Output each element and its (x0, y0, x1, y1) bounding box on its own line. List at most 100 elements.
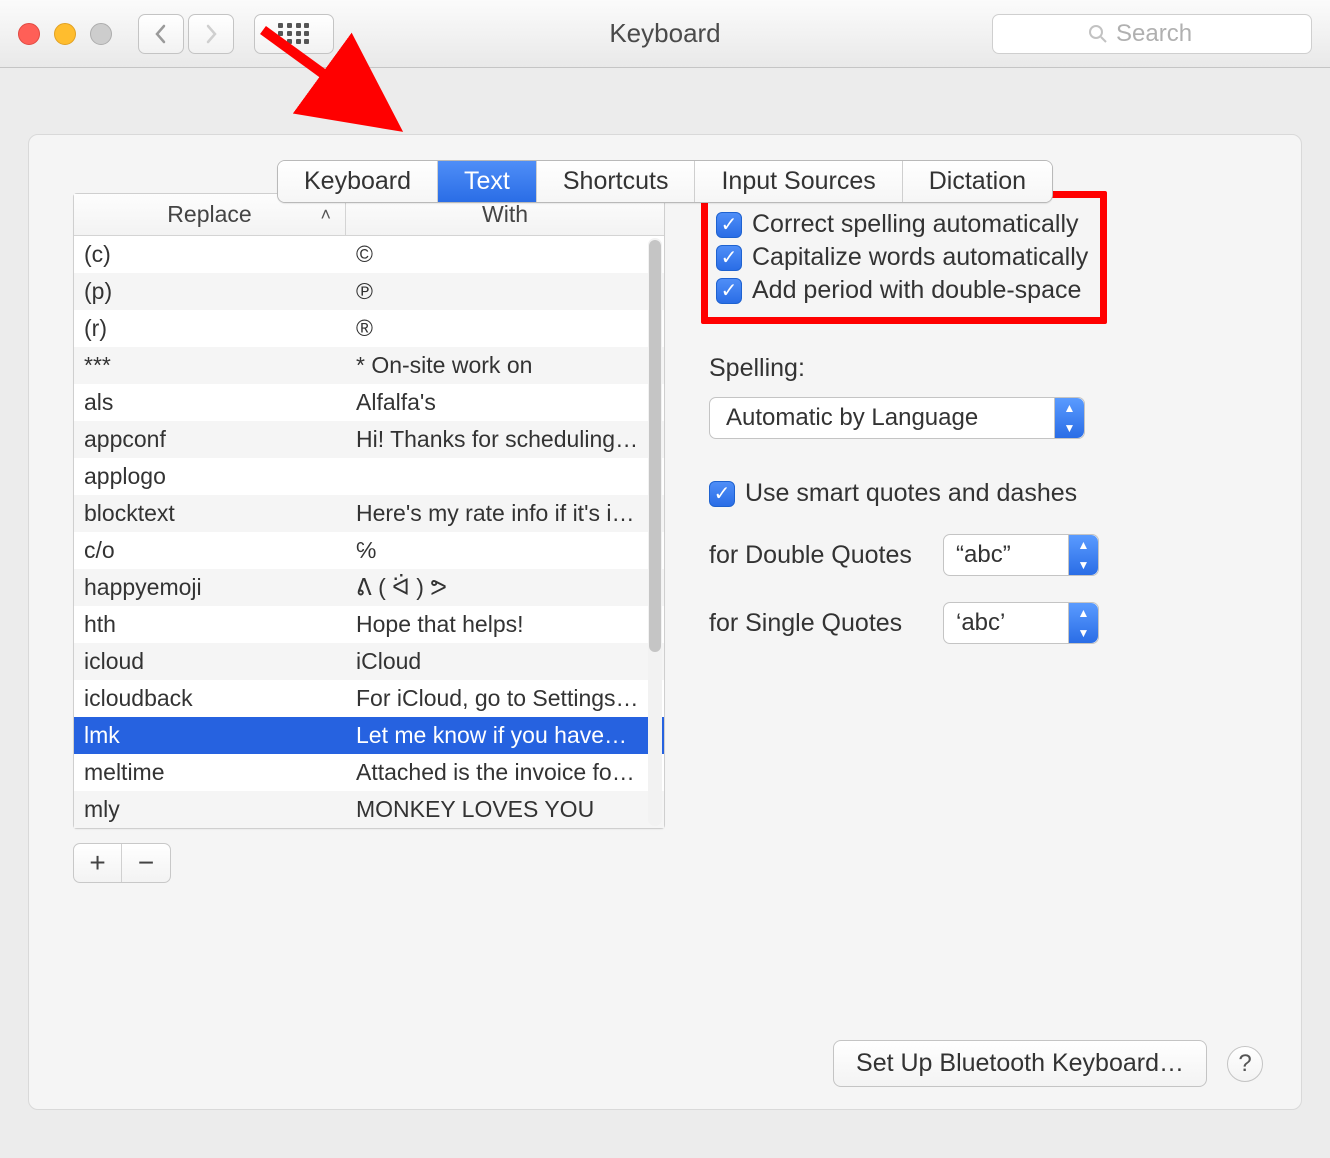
tab-keyboard[interactable]: Keyboard (278, 161, 438, 202)
stepper-icon: ▲▼ (1054, 398, 1084, 438)
cell-with: Attached is the invoice fo… (346, 759, 664, 786)
cell-replace: meltime (74, 759, 346, 786)
cell-with: Hope that helps! (346, 611, 664, 638)
checkmark-icon: ✓ (709, 481, 735, 507)
column-replace-label: Replace (167, 201, 251, 228)
cell-replace: mly (74, 796, 346, 823)
cell-with: ᕕ ( ᐛ ) ᕗ (346, 574, 664, 601)
minimize-window[interactable] (54, 23, 76, 45)
scrollbar-thumb[interactable] (649, 240, 661, 652)
tab-input-sources[interactable]: Input Sources (695, 161, 902, 202)
close-window[interactable] (18, 23, 40, 45)
cell-replace: icloudback (74, 685, 346, 712)
table-row[interactable]: happyemojiᕕ ( ᐛ ) ᕗ (74, 569, 664, 606)
checkbox-label: Capitalize words automatically (752, 243, 1088, 272)
cell-with: MONKEY LOVES YOU (346, 796, 664, 823)
single-quotes-value: ‘abc’ (956, 609, 1005, 637)
single-quotes-label: for Single Quotes (709, 609, 923, 638)
search-input[interactable] (1116, 20, 1216, 48)
table-row[interactable]: (r)® (74, 310, 664, 347)
add-remove-buttons: + − (73, 843, 171, 883)
checkbox-capitalize[interactable]: ✓ Capitalize words automatically (716, 243, 1088, 272)
preferences-panel: Replace ˄ With (c)©(p)℗(r)®**** On-site … (28, 134, 1302, 1110)
cell-with: Let me know if you have… (346, 722, 664, 749)
cell-replace: lmk (74, 722, 346, 749)
spelling-select[interactable]: Automatic by Language ▲▼ (709, 397, 1085, 439)
titlebar: Keyboard (0, 0, 1330, 68)
double-quotes-select[interactable]: “abc” ▲▼ (943, 534, 1099, 576)
help-button[interactable]: ? (1227, 1046, 1263, 1082)
forward-button[interactable] (188, 14, 234, 54)
table-row[interactable]: mlyMONKEY LOVES YOU (74, 791, 664, 828)
table-row[interactable]: applogo (74, 458, 664, 495)
tab-shortcuts[interactable]: Shortcuts (537, 161, 696, 202)
add-button[interactable]: + (74, 844, 122, 882)
table-row[interactable]: blocktextHere's my rate info if it's i… (74, 495, 664, 532)
checkbox-label: Correct spelling automatically (752, 210, 1079, 239)
cell-with: Alfalfa's (346, 389, 664, 416)
spelling-value: Automatic by Language (726, 404, 978, 432)
cell-replace: blocktext (74, 500, 346, 527)
column-with-label: With (482, 201, 528, 228)
chevron-right-icon (204, 24, 218, 44)
checkmark-icon: ✓ (716, 278, 742, 304)
bluetooth-keyboard-button[interactable]: Set Up Bluetooth Keyboard… (833, 1040, 1207, 1087)
checkbox-period[interactable]: ✓ Add period with double-space (716, 276, 1088, 305)
cell-replace: icloud (74, 648, 346, 675)
tab-dictation[interactable]: Dictation (903, 161, 1052, 202)
stepper-icon: ▲▼ (1068, 603, 1098, 643)
cell-with: Hi! Thanks for scheduling… (346, 426, 664, 453)
table-row[interactable]: appconfHi! Thanks for scheduling… (74, 421, 664, 458)
table-body: (c)©(p)℗(r)®**** On-site work onalsAlfal… (74, 236, 664, 828)
chevron-left-icon (154, 24, 168, 44)
cell-with: Here's my rate info if it's i… (346, 500, 664, 527)
search-icon (1088, 24, 1108, 44)
checkmark-icon: ✓ (716, 245, 742, 271)
table-row[interactable]: lmkLet me know if you have… (74, 717, 664, 754)
cell-replace: happyemoji (74, 574, 346, 601)
cell-with: ℗ (346, 278, 664, 305)
table-row[interactable]: hthHope that helps! (74, 606, 664, 643)
zoom-window[interactable] (90, 23, 112, 45)
back-button[interactable] (138, 14, 184, 54)
double-quotes-label: for Double Quotes (709, 541, 923, 570)
checkbox-label: Add period with double-space (752, 276, 1081, 305)
nav-buttons (138, 14, 234, 54)
checkbox-correct-spelling[interactable]: ✓ Correct spelling automatically (716, 210, 1088, 239)
cell-replace: (c) (74, 241, 346, 268)
table-row[interactable]: alsAlfalfa's (74, 384, 664, 421)
table-row[interactable]: icloudbackFor iCloud, go to Settings… (74, 680, 664, 717)
annotation-highlight-box: ✓ Correct spelling automatically ✓ Capit… (701, 191, 1107, 324)
search-field[interactable] (992, 14, 1312, 54)
grid-icon (278, 23, 310, 45)
double-quotes-row: for Double Quotes “abc” ▲▼ (709, 534, 1263, 576)
show-all-button[interactable] (254, 14, 334, 54)
table-row[interactable]: (p)℗ (74, 273, 664, 310)
single-quotes-select[interactable]: ‘abc’ ▲▼ (943, 602, 1099, 644)
cell-with: © (346, 241, 664, 268)
traffic-lights (18, 23, 112, 45)
cell-replace: (p) (74, 278, 346, 305)
checkbox-smart-quotes[interactable]: ✓ Use smart quotes and dashes (709, 479, 1263, 508)
cell-with: For iCloud, go to Settings… (346, 685, 664, 712)
table-row[interactable]: **** On-site work on (74, 347, 664, 384)
table-row[interactable]: (c)© (74, 236, 664, 273)
table-row[interactable]: icloudiCloud (74, 643, 664, 680)
cell-replace: *** (74, 352, 346, 379)
tabs: KeyboardTextShortcutsInput SourcesDictat… (0, 160, 1330, 203)
cell-with: * On-site work on (346, 352, 664, 379)
table-row[interactable]: meltimeAttached is the invoice fo… (74, 754, 664, 791)
remove-button[interactable]: − (122, 844, 170, 882)
sort-caret-icon: ˄ (320, 204, 331, 225)
checkbox-label: Use smart quotes and dashes (745, 479, 1077, 508)
tab-text[interactable]: Text (438, 161, 537, 202)
single-quotes-row: for Single Quotes ‘abc’ ▲▼ (709, 602, 1263, 644)
cell-replace: c/o (74, 537, 346, 564)
window-title: Keyboard (609, 18, 720, 49)
replacements-table: Replace ˄ With (c)©(p)℗(r)®**** On-site … (73, 193, 665, 829)
scrollbar[interactable] (648, 238, 662, 826)
spelling-label: Spelling: (709, 354, 1263, 383)
table-row[interactable]: c/o℅ (74, 532, 664, 569)
cell-replace: als (74, 389, 346, 416)
cell-replace: appconf (74, 426, 346, 453)
